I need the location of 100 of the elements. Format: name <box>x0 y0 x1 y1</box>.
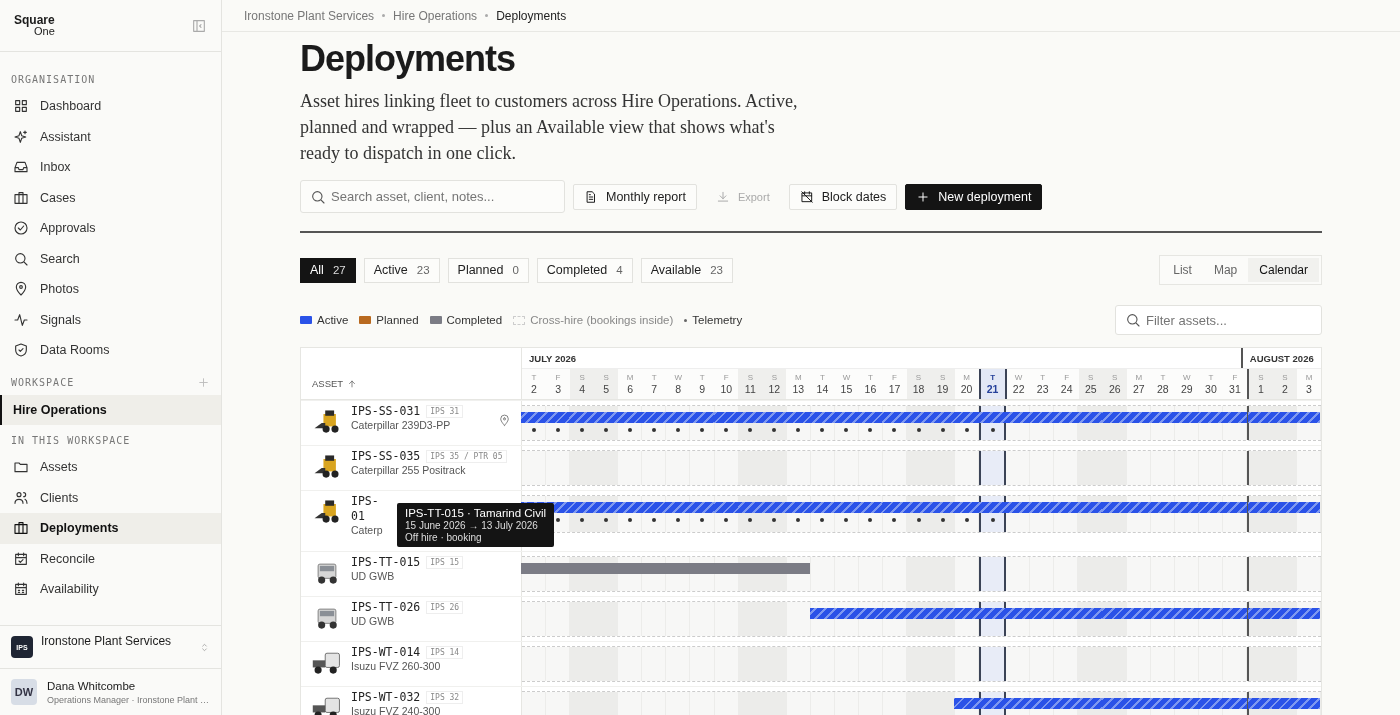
timeline-cell <box>931 647 956 681</box>
hire-bar-segment[interactable] <box>809 608 835 619</box>
filter-tab[interactable]: Active 23 <box>363 257 440 283</box>
shield-icon <box>13 342 29 359</box>
day-number: 8 <box>675 383 682 395</box>
filter-tab[interactable]: Available 23 <box>640 257 733 283</box>
weekday-label: W <box>1014 373 1023 382</box>
sidebar-item[interactable]: Availability <box>0 574 221 605</box>
asset-model: Caterpillar 239D3-PP <box>351 419 451 431</box>
weekday-label: M <box>1305 373 1313 382</box>
toolbar-button[interactable]: Block dates <box>788 183 898 210</box>
weekday-label: T <box>651 373 657 382</box>
sidebar-item[interactable]: Deployments <box>0 513 221 544</box>
sidebar-item[interactable]: Search <box>0 243 221 274</box>
asset-code[interactable]: IPS-SS-031 <box>351 404 421 418</box>
weekday-label: S <box>603 373 609 382</box>
weekday-label: S <box>1088 373 1094 382</box>
sidebar-item[interactable]: Data Rooms <box>0 335 221 366</box>
column-header[interactable]: ASSET <box>312 378 344 389</box>
search-field[interactable]: Search asset, client, notes... <box>300 180 565 213</box>
toolbar-button[interactable]: New deployment <box>905 183 1043 210</box>
month-label: AUGUST 2026 <box>1249 352 1314 364</box>
day-number: 14 <box>816 383 829 395</box>
asset-code[interactable]: IPS-TT-026 <box>351 600 421 614</box>
view-tab[interactable]: Map <box>1202 258 1249 282</box>
legend-swatch <box>513 315 526 325</box>
timeline-cell <box>762 451 787 485</box>
filter-tab[interactable]: Completed 4 <box>536 257 633 283</box>
weekday-label: M <box>963 373 970 382</box>
day-number: 7 <box>651 383 658 395</box>
sidebar-item[interactable]: Assets <box>0 452 221 483</box>
timeline-cell <box>594 647 619 681</box>
view-tab[interactable]: List <box>1162 258 1203 282</box>
asset-model: Isuzu FVZ 240-300 <box>351 705 441 715</box>
timeline-cell <box>931 451 956 485</box>
day-number: 15 <box>840 383 853 395</box>
panel-toggle-icon[interactable] <box>191 17 207 34</box>
asset-model: Caterpillar 255 Positrack <box>351 464 466 476</box>
breadcrumb-link[interactable]: Ironstone Plant Services <box>244 8 375 23</box>
sort-arrow-icon[interactable] <box>347 379 358 389</box>
asset-model: Isuzu FVZ 260-300 <box>351 660 441 672</box>
weekday-label: T <box>1208 373 1214 382</box>
day-number: 18 <box>912 383 925 395</box>
sidebar-item[interactable]: Signals <box>0 304 221 335</box>
weekday-label: W <box>1183 373 1191 382</box>
map-pin-icon[interactable] <box>498 414 511 427</box>
briefcase-icon <box>13 520 29 537</box>
hire-bar-segment[interactable] <box>1296 698 1321 709</box>
hire-bar-segment[interactable] <box>1296 502 1321 513</box>
section-label: WORKSPACE <box>11 376 75 388</box>
asset-code[interactable]: IPS-SS-035 <box>351 449 421 463</box>
sidebar-item[interactable]: Cases <box>0 182 221 213</box>
asset-code[interactable]: IPS- <box>351 494 379 508</box>
filter-field[interactable]: Filter assets... <box>1115 305 1322 335</box>
hire-bar-segment[interactable] <box>1296 608 1321 619</box>
briefcase-icon <box>13 189 29 206</box>
sidebar-item[interactable]: Inbox <box>0 152 221 183</box>
timeline-cell <box>1006 647 1031 681</box>
asset-tag: IPS 26 <box>426 600 464 614</box>
plus-icon <box>916 189 931 204</box>
breadcrumb-link[interactable]: Hire Operations <box>393 8 478 23</box>
asset-tag: IPS 35 / PTR 05 <box>426 449 507 463</box>
day-number: 2 <box>1282 383 1288 395</box>
filter-tab[interactable]: All 27 <box>300 257 356 283</box>
page-description: Asset hires linking fleet to customers across Hire Operations. Active, planned and wrapped — plus an Available view that shows what's ready to dispatch in one click. <box>300 90 799 165</box>
plus-icon[interactable] <box>197 375 210 389</box>
sidebar-item[interactable]: Assistant <box>0 121 221 152</box>
weekday-label: F <box>555 373 561 382</box>
day-number: 30 <box>1205 383 1217 395</box>
weekday-label: F <box>1232 373 1238 382</box>
legend-label: Completed <box>446 314 503 326</box>
sidebar-item[interactable]: Dashboard <box>0 91 221 122</box>
asset-code[interactable]: IPS-WT-014 <box>351 645 421 659</box>
weekday-label: M <box>795 373 802 382</box>
asset-model: UD GWB <box>351 570 395 582</box>
day-number: 26 <box>1108 383 1121 395</box>
asset-code[interactable]: IPS-TT-015 <box>351 555 421 569</box>
weekday-label: S <box>939 373 946 382</box>
sidebar-item[interactable]: Hire Operations <box>0 394 221 425</box>
day-number: 25 <box>1084 383 1097 395</box>
breadcrumb-link[interactable]: Deployments <box>496 8 567 23</box>
sidebar-item[interactable]: Reconcile <box>0 543 221 574</box>
timeline-cell <box>810 647 835 681</box>
pulse-icon <box>13 311 29 328</box>
tooltip-dates: 15 June 2026 → 13 July 2026 <box>405 520 539 531</box>
sidebar-item[interactable]: Photos <box>0 274 221 305</box>
weekday-label: S <box>915 373 922 382</box>
toolbar-button[interactable]: Monthly report <box>573 183 697 210</box>
timeline-cell <box>1030 647 1055 681</box>
filter-tab[interactable]: Planned 0 <box>447 257 529 283</box>
asset-code[interactable]: IPS-WT-032 <box>351 690 421 704</box>
weekday-label: F <box>723 373 729 382</box>
timeline-cell <box>570 647 595 681</box>
sidebar-item[interactable]: Approvals <box>0 213 221 244</box>
weekday-label: S <box>1282 373 1288 382</box>
sidebar-item[interactable]: Clients <box>0 482 221 513</box>
view-tab[interactable]: Calendar <box>1248 258 1319 282</box>
day-number: 13 <box>792 383 805 395</box>
chevrons-icon <box>199 641 210 653</box>
hire-bar-segment[interactable] <box>1296 412 1321 423</box>
